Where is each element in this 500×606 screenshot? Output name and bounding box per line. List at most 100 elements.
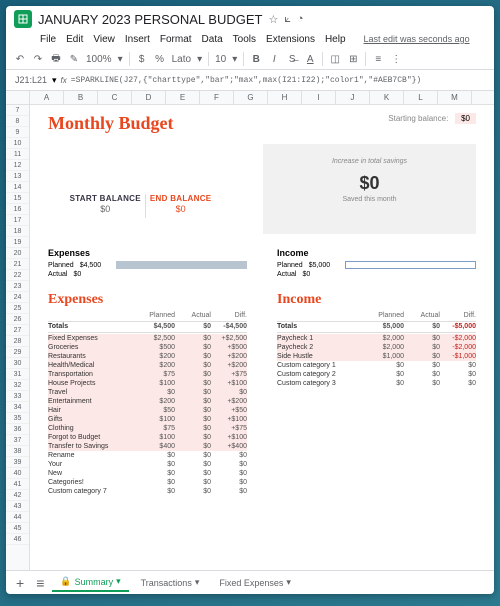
sheets-logo-icon[interactable] — [14, 10, 32, 28]
row-header[interactable]: 16 — [6, 204, 29, 215]
percent-icon[interactable]: % — [154, 53, 166, 65]
chevron-down-icon[interactable]: ▾ — [232, 54, 237, 65]
col-header[interactable]: A — [30, 91, 64, 104]
cloud-icon[interactable]: ◔ — [297, 13, 304, 25]
table-row[interactable]: Custom category 2$0$0$0 — [277, 370, 476, 379]
table-row[interactable]: Custom category 1$0$0$0 — [277, 361, 476, 370]
menu-data[interactable]: Data — [202, 34, 223, 45]
row-header[interactable]: 41 — [6, 479, 29, 490]
fill-color-icon[interactable]: ◫ — [329, 53, 341, 65]
text-color-icon[interactable]: A — [304, 53, 316, 65]
row-header[interactable]: 13 — [6, 171, 29, 182]
print-icon[interactable]: 🖶 — [50, 53, 62, 65]
fontsize-select[interactable]: 10 — [215, 54, 226, 65]
row-header[interactable]: 20 — [6, 248, 29, 259]
col-header[interactable]: I — [302, 91, 336, 104]
move-icon[interactable]: ⟀ — [284, 13, 291, 26]
table-row[interactable]: Transportation$75$0+$75 — [48, 370, 247, 379]
menu-file[interactable]: File — [40, 34, 56, 45]
table-row[interactable]: Travel$0$0$0 — [48, 388, 247, 397]
col-header[interactable]: E — [166, 91, 200, 104]
row-header[interactable]: 26 — [6, 314, 29, 325]
font-select[interactable]: Lato — [172, 54, 191, 65]
name-box[interactable]: J21:L21 — [12, 72, 52, 88]
table-row[interactable]: Custom category 7$0$0$0 — [48, 487, 247, 496]
table-row[interactable]: Your$0$0$0 — [48, 460, 247, 469]
menu-format[interactable]: Format — [160, 34, 192, 45]
all-sheets-icon[interactable]: ≡ — [32, 575, 48, 591]
table-row[interactable]: Restaurants$200$0+$200 — [48, 352, 247, 361]
starting-balance-value[interactable]: $0 — [455, 113, 476, 124]
row-header[interactable]: 7 — [6, 105, 29, 116]
more-icon[interactable]: ⋮ — [390, 53, 402, 65]
row-header[interactable]: 38 — [6, 446, 29, 457]
row-header[interactable]: 28 — [6, 336, 29, 347]
row-header[interactable]: 42 — [6, 490, 29, 501]
table-row[interactable]: Side Hustle$1,000$0-$1,000 — [277, 352, 476, 361]
table-row[interactable]: Health/Medical$200$0+$200 — [48, 361, 247, 370]
col-header[interactable]: D — [132, 91, 166, 104]
row-header[interactable]: 29 — [6, 347, 29, 358]
tab-fixed-expenses[interactable]: Fixed Expenses▾ — [211, 574, 299, 591]
table-row[interactable]: Paycheck 2$2,000$0-$2,000 — [277, 343, 476, 352]
tab-transactions[interactable]: Transactions▾ — [133, 574, 208, 591]
row-header[interactable]: 45 — [6, 523, 29, 534]
strike-icon[interactable]: S̶ — [286, 53, 298, 65]
redo-icon[interactable]: ↷ — [32, 53, 44, 65]
menu-help[interactable]: Help — [325, 34, 346, 45]
menu-view[interactable]: View — [93, 34, 115, 45]
table-row[interactable]: Custom category 3$0$0$0 — [277, 379, 476, 388]
menu-edit[interactable]: Edit — [66, 34, 83, 45]
currency-icon[interactable]: $ — [136, 53, 148, 65]
row-header[interactable]: 18 — [6, 226, 29, 237]
row-header[interactable]: 12 — [6, 160, 29, 171]
row-header[interactable]: 24 — [6, 292, 29, 303]
row-header[interactable]: 11 — [6, 149, 29, 160]
row-header[interactable]: 40 — [6, 468, 29, 479]
chevron-down-icon[interactable]: ▾ — [197, 54, 202, 65]
row-header[interactable]: 36 — [6, 424, 29, 435]
chevron-down-icon[interactable]: ▾ — [52, 75, 57, 86]
row-header[interactable]: 21 — [6, 259, 29, 270]
table-row[interactable]: New$0$0$0 — [48, 469, 247, 478]
star-icon[interactable]: ☆ — [268, 13, 278, 26]
tab-summary[interactable]: 🔒Summary▾ — [52, 573, 128, 592]
row-header[interactable]: 22 — [6, 270, 29, 281]
table-row[interactable]: Rename$0$0$0 — [48, 451, 247, 460]
table-row[interactable]: Transfer to Savings$400$0+$400 — [48, 442, 247, 451]
col-header[interactable]: J — [336, 91, 370, 104]
row-header[interactable]: 46 — [6, 534, 29, 545]
row-header[interactable]: 10 — [6, 138, 29, 149]
chevron-down-icon[interactable]: ▾ — [195, 577, 200, 588]
row-header[interactable]: 25 — [6, 303, 29, 314]
row-header[interactable]: 44 — [6, 512, 29, 523]
table-row[interactable]: Groceries$500$0+$500 — [48, 343, 247, 352]
row-header[interactable]: 30 — [6, 358, 29, 369]
row-header[interactable]: 39 — [6, 457, 29, 468]
align-icon[interactable]: ≡ — [372, 53, 384, 65]
row-header[interactable]: 33 — [6, 391, 29, 402]
menu-insert[interactable]: Insert — [125, 34, 150, 45]
formula-input[interactable]: =SPARKLINE(J27,{"charttype","bar";"max",… — [71, 76, 421, 85]
row-header[interactable]: 31 — [6, 369, 29, 380]
row-header[interactable]: 14 — [6, 182, 29, 193]
table-row[interactable]: Categories!$0$0$0 — [48, 478, 247, 487]
table-row[interactable]: Paycheck 1$2,000$0-$2,000 — [277, 334, 476, 343]
table-row[interactable]: Forgot to Budget$100$0+$100 — [48, 433, 247, 442]
table-row[interactable]: House Projects$100$0+$100 — [48, 379, 247, 388]
bold-icon[interactable]: B — [250, 53, 262, 65]
row-header[interactable]: 27 — [6, 325, 29, 336]
table-row[interactable]: Clothing$75$0+$75 — [48, 424, 247, 433]
menu-tools[interactable]: Tools — [233, 34, 256, 45]
row-header[interactable]: 34 — [6, 402, 29, 413]
row-header[interactable]: 43 — [6, 501, 29, 512]
table-row[interactable]: Hair$50$0+$50 — [48, 406, 247, 415]
row-header[interactable]: 17 — [6, 215, 29, 226]
col-header[interactable]: F — [200, 91, 234, 104]
table-row[interactable]: Fixed Expenses$2,500$0+$2,500 — [48, 334, 247, 343]
row-header[interactable]: 15 — [6, 193, 29, 204]
col-header[interactable]: G — [234, 91, 268, 104]
col-header[interactable]: L — [404, 91, 438, 104]
row-header[interactable]: 9 — [6, 127, 29, 138]
last-edit-link[interactable]: Last edit was seconds ago — [364, 34, 470, 45]
